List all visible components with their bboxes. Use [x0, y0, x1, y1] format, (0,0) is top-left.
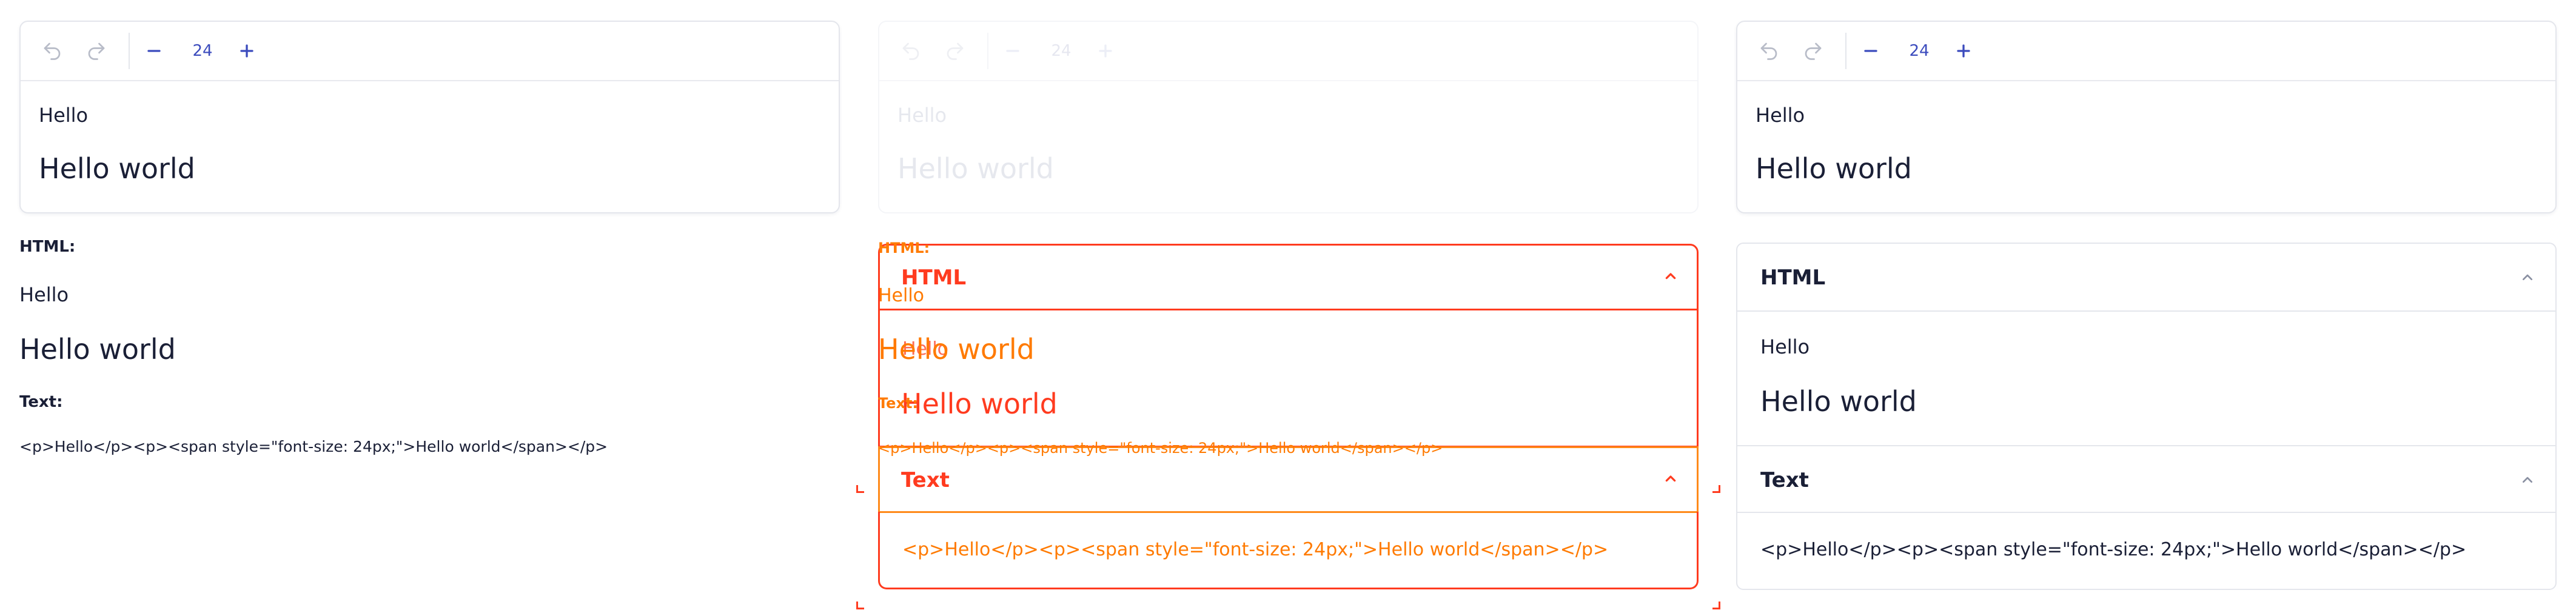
rich-text-editor: 24 Hello Hello world	[19, 21, 840, 213]
text-label: Text:	[878, 395, 919, 412]
corner-mark	[856, 602, 864, 609]
redo-icon[interactable]	[84, 39, 109, 63]
plus-icon[interactable]	[235, 39, 259, 63]
plus-icon[interactable]	[1093, 39, 1118, 63]
editor-line-1: Hello	[1756, 104, 1805, 127]
editor-line-2: Hello world	[897, 152, 1054, 185]
toolbar-divider	[1845, 33, 1846, 69]
text-output: <p>Hello</p><p><span style="font-size: 2…	[19, 438, 608, 455]
text-accordion-title: Text	[901, 468, 950, 492]
minus-icon[interactable]	[142, 39, 166, 63]
accordion-divider	[1737, 512, 2555, 513]
editor-line-2: Hello world	[1756, 152, 1912, 185]
corner-mark	[1712, 602, 1720, 609]
minus-icon[interactable]	[1001, 39, 1025, 63]
font-size-value[interactable]: 24	[1043, 40, 1079, 62]
html-label: HTML:	[19, 238, 76, 256]
editor-line-1: Hello	[39, 104, 89, 127]
html-accordion-header-outline[interactable]	[878, 244, 1699, 310]
editor-toolbar: 24	[879, 22, 1697, 81]
toolbar-divider	[987, 33, 988, 69]
text-label: Text:	[19, 393, 63, 411]
html-output-line-2: Hello world	[19, 333, 176, 366]
corner-mark	[856, 485, 864, 493]
editor-toolbar: 24	[21, 22, 839, 81]
html-accordion-body-outline	[878, 309, 1699, 447]
toolbar-divider	[129, 33, 130, 69]
accordion-html-line-2: Hello world	[901, 387, 1058, 420]
minus-icon[interactable]	[1859, 39, 1883, 63]
plus-icon[interactable]	[1951, 39, 1976, 63]
rich-text-editor: 24 Hello Hello world	[1736, 21, 2557, 213]
text-accordion-title: Text	[1760, 468, 1809, 492]
undo-icon[interactable]	[1757, 39, 1781, 63]
html-output-line-1: Hello	[19, 283, 69, 306]
panel-plain-output: 24 Hello Hello world HTML: Hello Hello w…	[19, 0, 840, 610]
chevron-up-icon[interactable]	[1661, 469, 1680, 489]
editor-toolbar: 24	[1737, 22, 2555, 81]
html-label: HTML:	[878, 240, 930, 256]
panel-overlay-output: 24 Hello Hello world HTML: HTML Hello He…	[856, 0, 1720, 610]
accordion-text-output: <p>Hello</p><p><span style="font-size: 2…	[1760, 539, 2467, 560]
html-output-line-2: Hello world	[878, 333, 1035, 366]
chevron-up-icon[interactable]	[2518, 268, 2537, 287]
text-output: <p>Hello</p><p><span style="font-size: 2…	[878, 440, 1443, 457]
html-accordion-header[interactable]: HTML	[1737, 244, 2555, 310]
output-accordion: HTML Hello Hello world Text <p>Hello</p>…	[1736, 243, 2557, 590]
accordion-html-line-2: Hello world	[1760, 385, 1917, 418]
font-size-value[interactable]: 24	[1901, 40, 1937, 62]
text-accordion-header[interactable]: Text	[1737, 446, 2555, 513]
chevron-up-icon[interactable]	[1661, 267, 1680, 286]
redo-icon[interactable]	[943, 39, 967, 63]
chevron-up-icon[interactable]	[2518, 471, 2537, 490]
font-size-value[interactable]: 24	[184, 40, 221, 62]
rich-text-editor-faded: 24 Hello Hello world	[878, 21, 1699, 213]
editor-line-1: Hello	[897, 104, 947, 127]
panel-accordion-output: 24 Hello Hello world HTML Hello Hello wo…	[1736, 0, 2557, 610]
accordion-text-output: <p>Hello</p><p><span style="font-size: 2…	[902, 539, 1609, 560]
redo-icon[interactable]	[1801, 39, 1825, 63]
undo-icon[interactable]	[40, 39, 64, 63]
html-accordion-title: HTML	[1760, 266, 1826, 290]
html-output-line-1: Hello	[878, 285, 925, 306]
accordion-html-line-1: Hello	[1760, 335, 1810, 358]
undo-icon[interactable]	[899, 39, 923, 63]
accordion-divider	[1737, 310, 2555, 312]
corner-mark	[1712, 485, 1720, 493]
editor-line-2: Hello world	[39, 152, 195, 185]
